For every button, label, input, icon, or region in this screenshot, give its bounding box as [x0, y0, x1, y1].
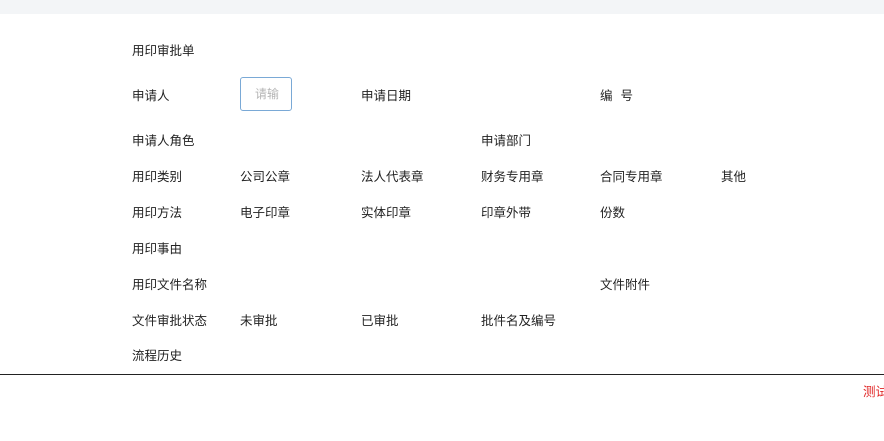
apply-date-label: 申请日期 [361, 88, 412, 103]
footer-red-text: 测试 [863, 384, 884, 399]
seal-type-option-finance[interactable]: 财务专用章 [481, 169, 544, 185]
approved-doc-label: 批件名及编号 [481, 313, 557, 328]
review-status-option-approved[interactable]: 已审批 [361, 313, 399, 329]
seal-type-option-legal-rep[interactable]: 法人代表章 [361, 169, 424, 185]
seal-method-label: 用印方法 [132, 205, 183, 220]
seal-method-option-electronic[interactable]: 电子印章 [240, 205, 290, 221]
seal-type-option-other[interactable]: 其他 [721, 169, 746, 185]
seal-type-option-contract[interactable]: 合同专用章 [600, 169, 663, 185]
seal-type-label: 用印类别 [132, 169, 183, 184]
reason-label: 用印事由 [132, 241, 183, 256]
history-label: 流程历史 [132, 348, 183, 363]
seal-type-option-company[interactable]: 公司公章 [240, 169, 290, 185]
applicant-input[interactable] [240, 77, 292, 111]
seal-method-option-physical[interactable]: 实体印章 [361, 205, 411, 221]
review-status-option-pending[interactable]: 未审批 [240, 313, 278, 329]
top-bar [0, 0, 884, 14]
copies-label: 份数 [600, 205, 626, 220]
form-title: 用印审批单 [132, 43, 195, 58]
review-status-label: 文件审批状态 [132, 313, 208, 328]
apply-dept-label: 申请部门 [481, 133, 532, 148]
doc-name-label: 用印文件名称 [132, 277, 208, 292]
seal-approval-form: 用印审批单 申请人 申请日期 编 号 申请人角色 申请部门 用印类别 公司公章 … [0, 14, 884, 374]
applicant-label: 申请人 [132, 88, 170, 103]
number-label: 编 号 [600, 88, 633, 103]
seal-method-option-takeout[interactable]: 印章外带 [481, 205, 531, 221]
applicant-role-label: 申请人角色 [132, 133, 195, 148]
divider-line [0, 374, 884, 375]
attachment-label: 文件附件 [600, 277, 651, 292]
